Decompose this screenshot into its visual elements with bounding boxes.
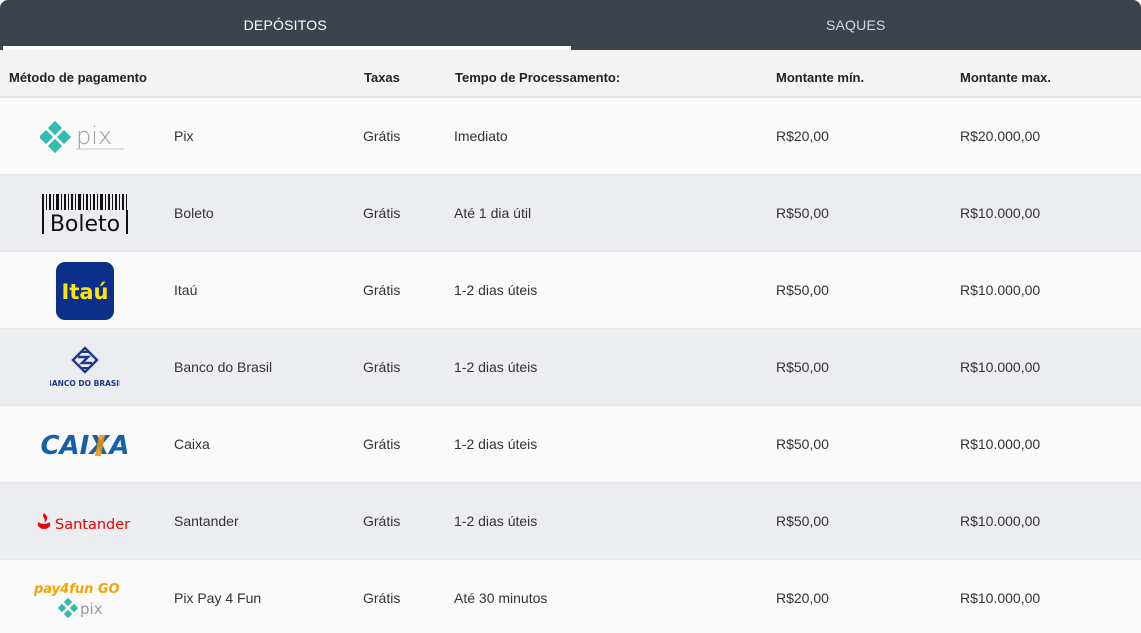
table-row: Itaú Itaú Grátis 1-2 dias úteis R$50,00 … (0, 252, 1141, 329)
fee-value: Grátis (363, 128, 401, 144)
fee-value: Grátis (363, 359, 401, 375)
processing-time: 1-2 dias úteis (454, 359, 538, 375)
fee-value: Grátis (363, 436, 401, 452)
fee-value: Grátis (363, 590, 401, 606)
min-amount: R$20,00 (776, 128, 829, 144)
table-row: pay4fun GO pix Pix Pay 4 Fun Grátis Até … (0, 560, 1141, 633)
max-amount: R$20.000,00 (960, 128, 1041, 144)
santander-logo: Santander (30, 483, 140, 560)
table-row: CAIXA Caixa Grátis 1-2 dias úteis R$50,0… (0, 406, 1141, 483)
processing-time: 1-2 dias úteis (454, 436, 538, 452)
method-name: Pix (174, 128, 194, 144)
table-row: Boleto Boleto Grátis Até 1 dia útil R$50… (0, 175, 1141, 252)
table-row: BANCO DO BRASIL Banco do Brasil Grátis 1… (0, 329, 1141, 406)
processing-time: Até 30 minutos (454, 590, 548, 606)
tab-bar: DEPÓSITOS SAQUES (0, 0, 1141, 50)
svg-text:pix: pix (80, 600, 103, 618)
max-amount: R$10.000,00 (960, 436, 1041, 452)
min-amount: R$50,00 (776, 359, 829, 375)
caixa-logo: CAIXA (30, 406, 140, 483)
max-amount: R$10.000,00 (960, 359, 1041, 375)
fee-value: Grátis (363, 205, 401, 221)
svg-text:Santander: Santander (55, 517, 130, 533)
table-row: Santander Santander Grátis 1-2 dias útei… (0, 483, 1141, 560)
table-row: pix Pix Grátis Imediato R$20,00 R$20.000… (0, 98, 1141, 175)
method-name: Caixa (174, 436, 210, 452)
method-name: Pix Pay 4 Fun (174, 590, 262, 606)
boleto-logo: Boleto (30, 175, 140, 252)
column-header-time: Tempo de Processamento: (455, 70, 621, 85)
fee-value: Grátis (363, 282, 401, 298)
processing-time: Imediato (454, 128, 508, 144)
method-name: Banco do Brasil (174, 359, 273, 375)
min-amount: R$20,00 (776, 590, 829, 606)
max-amount: R$10.000,00 (960, 205, 1041, 221)
column-header-min: Montante mín. (776, 70, 865, 85)
itau-logo: Itaú (30, 252, 140, 329)
processing-time: Até 1 dia útil (454, 205, 532, 221)
min-amount: R$50,00 (776, 205, 829, 221)
fee-value: Grátis (363, 513, 401, 529)
payment-methods-table: Método de pagamento Taxas Tempo de Proce… (0, 50, 1141, 633)
column-header-max: Montante max. (960, 70, 1052, 85)
column-header-fees: Taxas (364, 70, 400, 85)
method-name: Santander (174, 513, 239, 529)
pay4fun-go-logo: pay4fun GO pix (30, 560, 140, 633)
max-amount: R$10.000,00 (960, 513, 1041, 529)
method-name: Boleto (174, 205, 214, 221)
tab-saques[interactable]: SAQUES (571, 0, 1141, 50)
banco-do-brasil-logo: BANCO DO BRASIL (30, 329, 140, 406)
table-header: Método de pagamento Taxas Tempo de Proce… (0, 50, 1141, 98)
column-header-method: Método de pagamento (9, 70, 147, 85)
pix-logo: pix (30, 98, 140, 175)
min-amount: R$50,00 (776, 282, 829, 298)
min-amount: R$50,00 (776, 436, 829, 452)
svg-text:BANCO DO BRASIL: BANCO DO BRASIL (50, 379, 120, 388)
min-amount: R$50,00 (776, 513, 829, 529)
method-name: Itaú (174, 282, 198, 298)
svg-text:pay4fun GO: pay4fun GO (33, 582, 120, 597)
svg-text:Boleto: Boleto (50, 212, 120, 236)
processing-time: 1-2 dias úteis (454, 282, 538, 298)
svg-text:Itaú: Itaú (62, 280, 109, 304)
max-amount: R$10.000,00 (960, 282, 1041, 298)
tab-depositos[interactable]: DEPÓSITOS (0, 0, 571, 50)
svg-text:CAIXA: CAIXA (40, 431, 129, 460)
svg-text:pix: pix (76, 122, 112, 150)
max-amount: R$10.000,00 (960, 590, 1041, 606)
processing-time: 1-2 dias úteis (454, 513, 538, 529)
